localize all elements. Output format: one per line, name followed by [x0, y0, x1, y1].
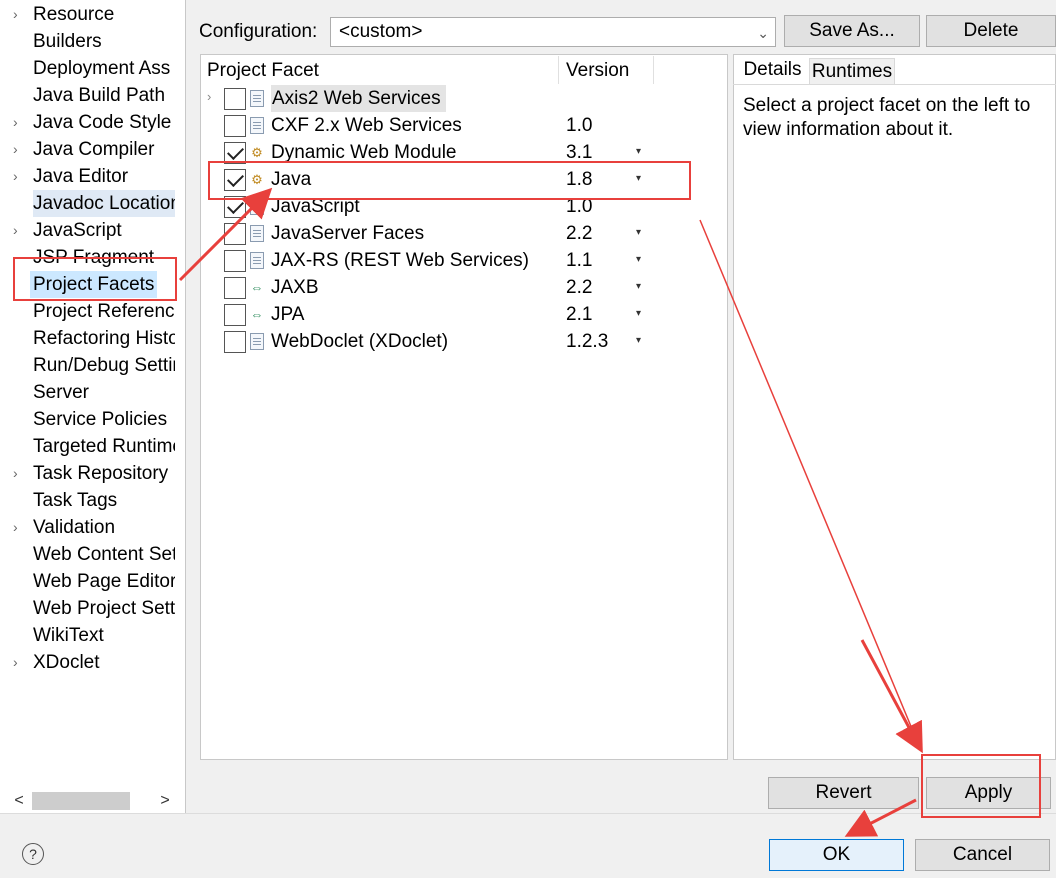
annotation-arrows [178, 187, 923, 837]
arrow-to-apply [860, 639, 923, 754]
arrow-to-java-row [178, 187, 273, 282]
arrow-to-ok [844, 798, 917, 837]
arrow-thin-line [699, 219, 921, 749]
